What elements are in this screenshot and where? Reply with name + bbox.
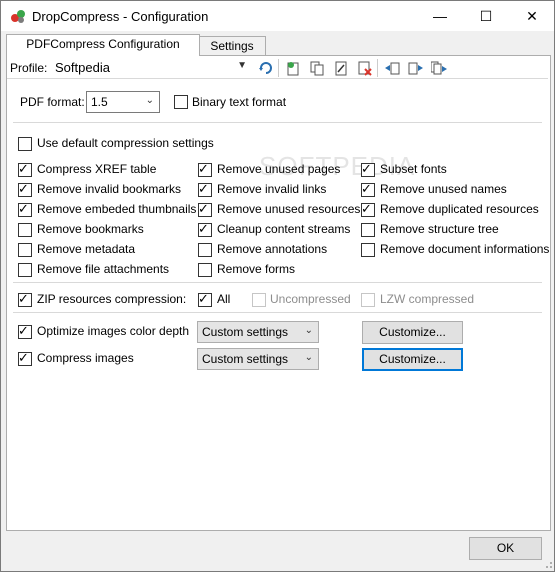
compress-images-customize-button[interactable]: Customize... (362, 348, 463, 371)
remove-unused-resources-checkbox[interactable]: ✓ (198, 201, 212, 217)
remove-unused-names-checkbox[interactable]: ✓ (361, 181, 375, 197)
edit-profile-icon[interactable] (333, 60, 349, 76)
compress-images-checkbox[interactable]: ✓ (18, 350, 32, 366)
remove-duplicated-resources-checkbox[interactable]: ✓ (361, 201, 375, 217)
button-label: Customize... (379, 352, 446, 366)
remove-document-informations-label: Remove document informations (380, 242, 550, 256)
zip-uncompressed-checkbox[interactable] (252, 293, 266, 307)
divider (13, 122, 542, 123)
remove-invalid-bookmarks-checkbox[interactable]: ✓ (18, 181, 32, 197)
remove-embeded-thumbnails-checkbox[interactable]: ✓ (18, 201, 32, 217)
profile-select[interactable]: Softpedia ▼ (51, 57, 252, 77)
cleanup-content-streams-label: Cleanup content streams (217, 222, 351, 236)
remove-invalid-links-label: Remove invalid links (217, 182, 327, 196)
minimize-button[interactable]: — (417, 1, 463, 31)
remove-duplicated-resources-label: Remove duplicated resources (380, 202, 539, 216)
divider (13, 312, 542, 313)
remove-invalid-bookmarks-label: Remove invalid bookmarks (37, 182, 182, 196)
delete-profile-icon[interactable] (357, 60, 373, 76)
tab-label: Settings (210, 39, 254, 53)
close-button[interactable]: ✕ (509, 1, 555, 31)
pdf-format-select[interactable]: 1.5 ⌄ (86, 91, 160, 113)
zip-all-checkbox[interactable]: ✓ (198, 291, 212, 307)
divider (13, 282, 542, 283)
app-logo-icon (11, 10, 25, 23)
optimize-images-customize-button[interactable]: Customize... (362, 321, 463, 344)
remove-invalid-links-checkbox[interactable]: ✓ (198, 181, 212, 197)
cleanup-content-streams-checkbox[interactable]: ✓ (198, 221, 212, 237)
resize-grip-icon[interactable] (541, 557, 553, 569)
chevron-down-icon: ▼ (237, 60, 247, 71)
remove-file-attachments-label: Remove file attachments (37, 262, 170, 276)
toolbar-separator (377, 59, 378, 77)
zip-lzw-label: LZW compressed (380, 292, 475, 306)
zip-resources-label: ZIP resources compression: (37, 292, 187, 306)
remove-unused-pages-label: Remove unused pages (217, 162, 341, 176)
refresh-icon[interactable] (258, 60, 274, 76)
chevron-down-icon: ⌄ (304, 352, 313, 363)
compress-images-select[interactable]: Custom settings ⌄ (197, 348, 319, 370)
title-bar: DropCompress - Configuration — ☐ ✕ (1, 1, 554, 31)
new-profile-icon[interactable] (285, 60, 301, 76)
remove-embeded-thumbnails-label: Remove embeded thumbnails (37, 202, 197, 216)
remove-annotations-checkbox[interactable] (198, 243, 212, 257)
remove-document-informations-checkbox[interactable] (361, 243, 375, 257)
profile-value: Softpedia (55, 60, 110, 75)
remove-forms-checkbox[interactable] (198, 263, 212, 277)
close-icon: ✕ (526, 8, 538, 24)
remove-unused-resources-label: Remove unused resources (217, 202, 361, 216)
optimize-images-select-value: Custom settings (202, 325, 289, 339)
chevron-down-icon: ⌄ (145, 95, 154, 106)
compress-xref-checkbox[interactable]: ✓ (18, 161, 32, 177)
maximize-icon: ☐ (479, 8, 493, 24)
use-default-checkbox[interactable] (18, 137, 32, 151)
remove-annotations-label: Remove annotations (217, 242, 328, 256)
minimize-icon: — (433, 8, 447, 24)
tab-pdfcompress-configuration[interactable]: PDFCompress Configuration (6, 34, 200, 56)
tab-label: PDFCompress Configuration (26, 37, 180, 51)
use-default-label: Use default compression settings (37, 136, 214, 150)
compress-images-label: Compress images (37, 351, 134, 365)
subset-fonts-checkbox[interactable]: ✓ (361, 161, 375, 177)
maximize-button[interactable]: ☐ (463, 1, 509, 31)
remove-unused-pages-checkbox[interactable]: ✓ (198, 161, 212, 177)
configuration-window: DropCompress - Configuration — ☐ ✕ PDFCo… (0, 0, 555, 572)
divider (7, 78, 548, 79)
button-label: Customize... (379, 325, 446, 339)
zip-uncompressed-label: Uncompressed (270, 292, 351, 306)
import-icon[interactable] (384, 60, 400, 76)
zip-all-label: All (217, 292, 231, 306)
copy-profile-icon[interactable] (309, 60, 325, 76)
remove-metadata-label: Remove metadata (37, 242, 136, 256)
remove-file-attachments-checkbox[interactable] (18, 263, 32, 277)
remove-bookmarks-checkbox[interactable] (18, 223, 32, 237)
export-icon[interactable] (408, 60, 424, 76)
remove-structure-tree-checkbox[interactable] (361, 223, 375, 237)
ok-button[interactable]: OK (469, 537, 542, 560)
tab-settings[interactable]: Settings (198, 36, 266, 56)
profile-label: Profile: (10, 61, 48, 75)
toolbar-separator (278, 59, 279, 77)
export-all-icon[interactable] (431, 60, 447, 76)
zip-resources-checkbox[interactable]: ✓ (18, 291, 32, 307)
zip-lzw-checkbox[interactable] (361, 293, 375, 307)
optimize-images-checkbox[interactable]: ✓ (18, 323, 32, 339)
binary-text-label: Binary text format (192, 95, 287, 109)
compress-images-select-value: Custom settings (202, 352, 289, 366)
optimize-images-label: Optimize images color depth (37, 324, 190, 338)
pdf-format-label: PDF format: (20, 95, 85, 109)
remove-unused-names-label: Remove unused names (380, 182, 507, 196)
binary-text-checkbox[interactable] (174, 95, 188, 109)
pdf-format-value: 1.5 (91, 95, 108, 109)
compress-xref-label: Compress XREF table (37, 162, 157, 176)
button-label: OK (496, 541, 515, 555)
remove-bookmarks-label: Remove bookmarks (37, 222, 144, 236)
remove-forms-label: Remove forms (217, 262, 296, 276)
remove-metadata-checkbox[interactable] (18, 243, 32, 257)
subset-fonts-label: Subset fonts (380, 162, 447, 176)
chevron-down-icon: ⌄ (304, 325, 313, 336)
window-title: DropCompress - Configuration (32, 9, 209, 24)
remove-structure-tree-label: Remove structure tree (380, 222, 499, 236)
optimize-images-select[interactable]: Custom settings ⌄ (197, 321, 319, 343)
